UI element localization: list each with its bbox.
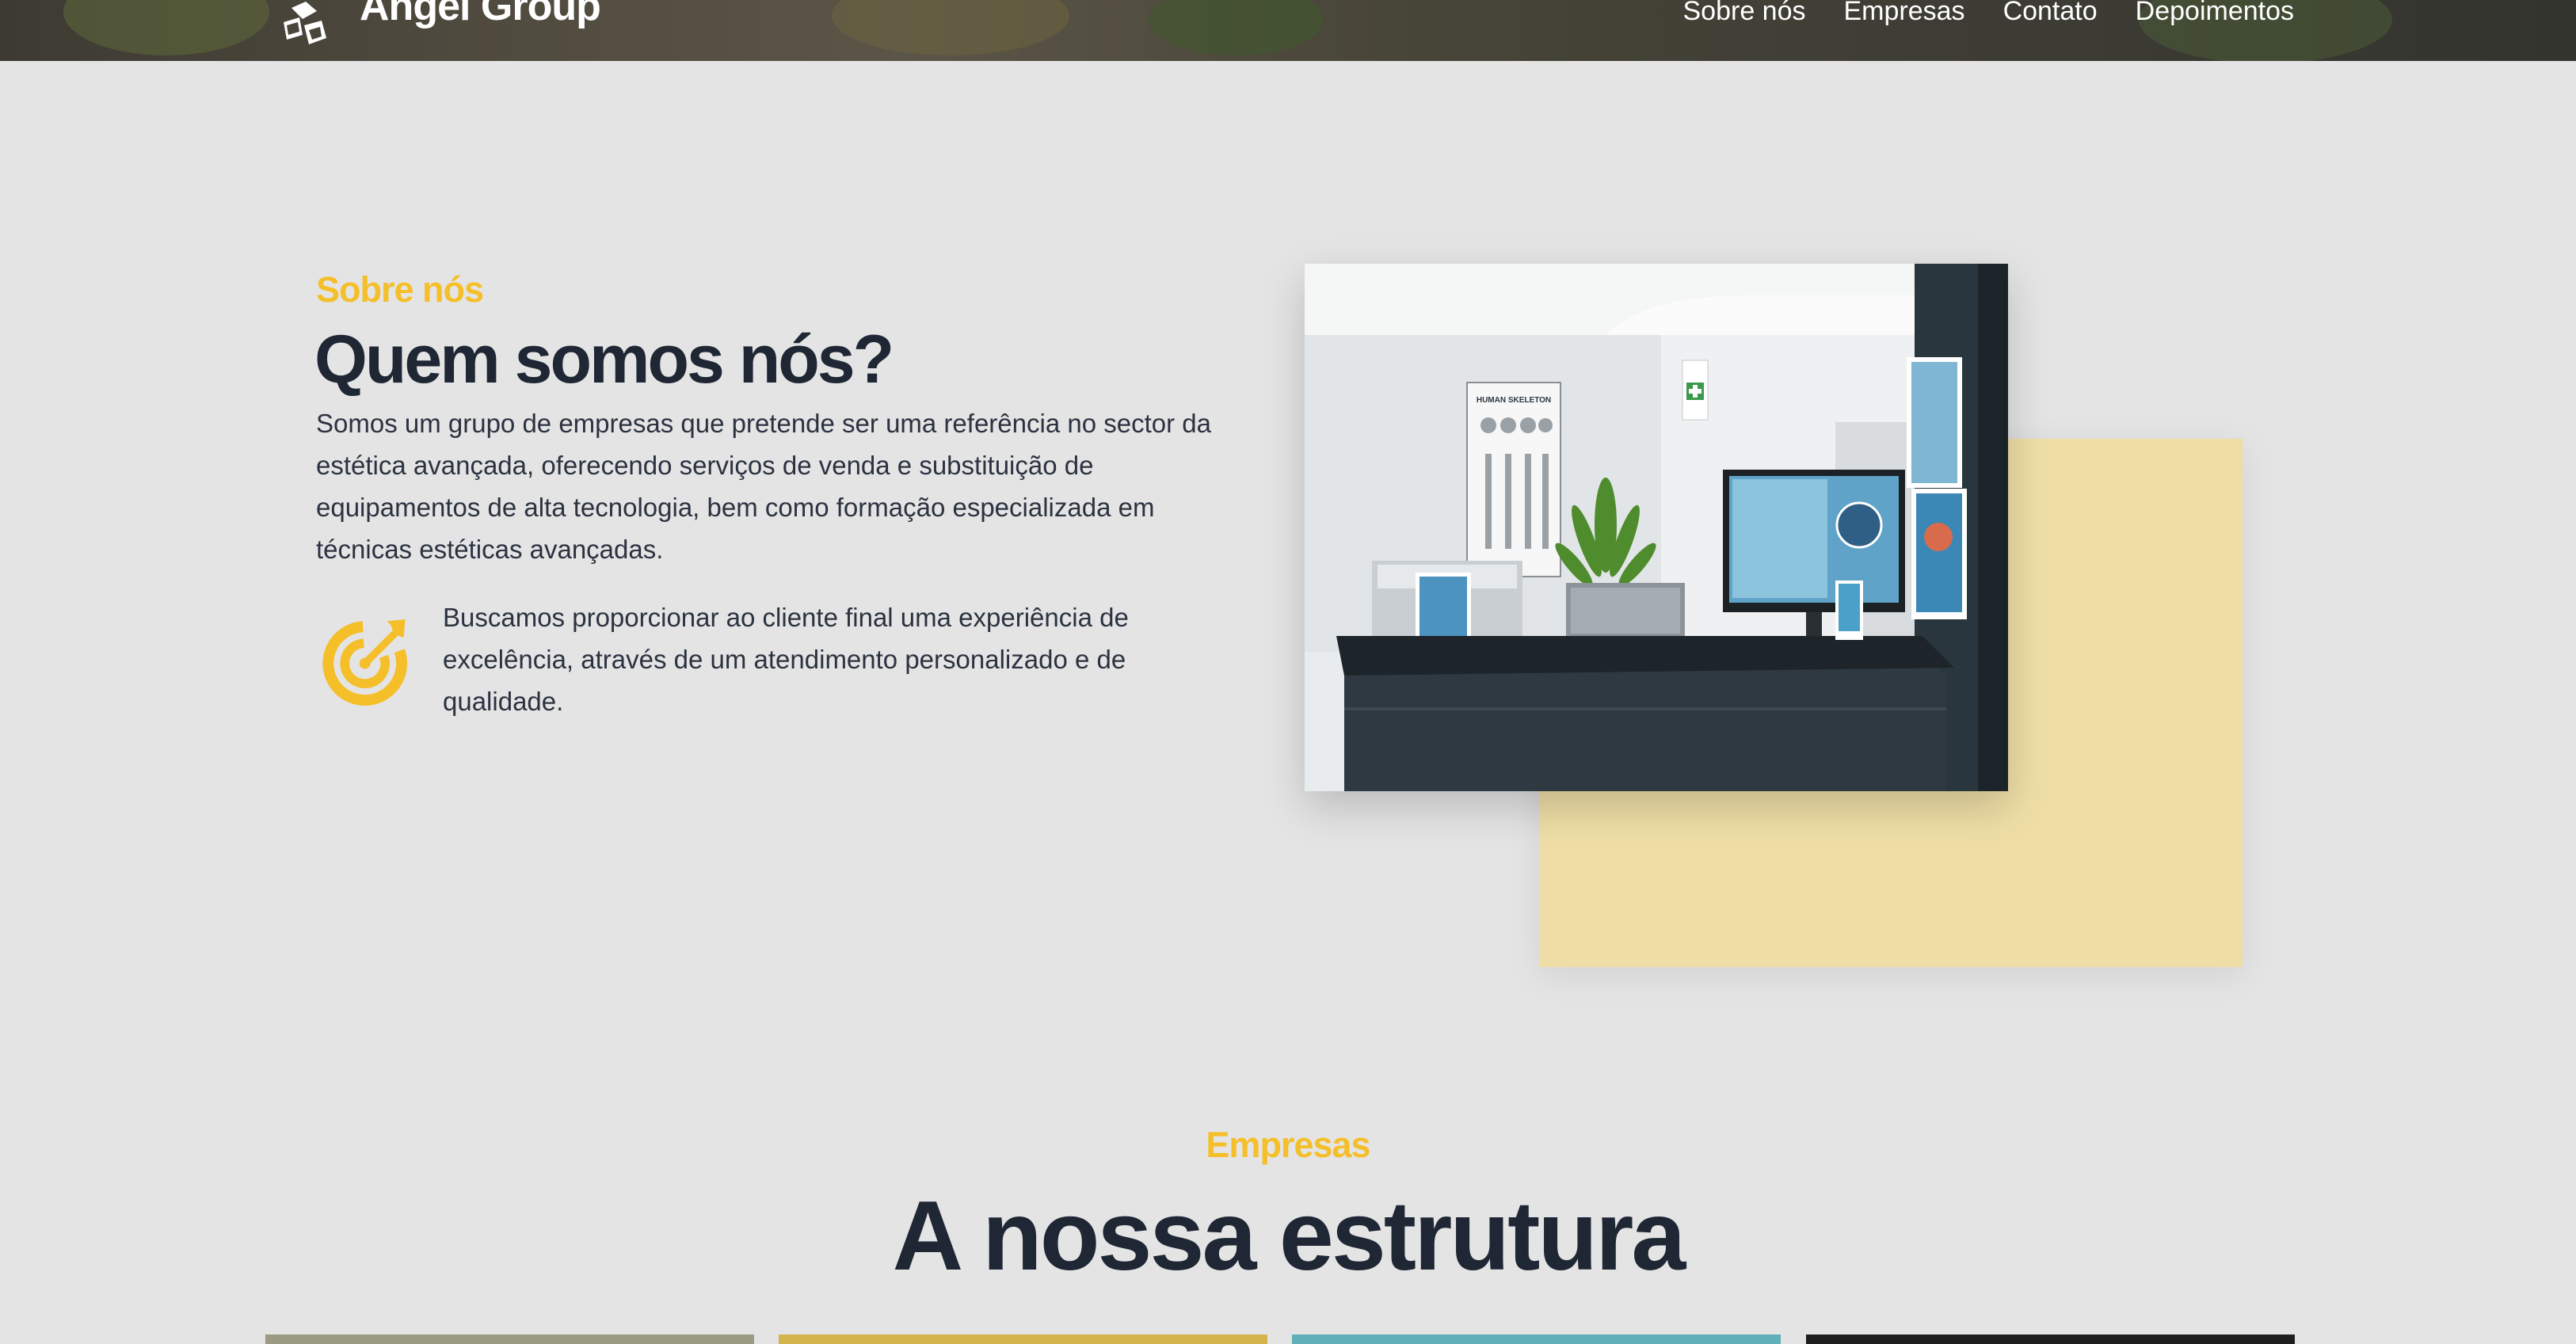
about-paragraph: Somos um grupo de empresas que pretende … — [316, 409, 1211, 564]
site-header: Angel Group Sobre nós Empresas Contato D… — [0, 0, 2576, 61]
reception-photo-illustration: HUMAN SKELETON — [1305, 264, 2008, 791]
mission-text: Buscamos proporcionar ao cliente final u… — [443, 603, 1129, 716]
brand-name[interactable]: Angel Group — [360, 0, 601, 30]
section-title: Quem somos nós? — [314, 322, 894, 398]
nav-link-sobre-nos[interactable]: Sobre nós — [1683, 0, 1806, 30]
main-nav: Sobre nós Empresas Contato Depoimentos — [1683, 0, 2295, 30]
company-card[interactable] — [1806, 1334, 2295, 1344]
clinic-reception-photo: HUMAN SKELETON — [1305, 264, 2008, 791]
company-card[interactable] — [779, 1334, 1267, 1344]
foliage-decoration — [832, 0, 1069, 55]
nav-link-empresas[interactable]: Empresas — [1844, 0, 1965, 30]
section-eyebrow: Empresas — [1206, 1125, 1370, 1165]
section-eyebrow: Sobre nós — [316, 269, 484, 310]
target-icon — [322, 619, 408, 706]
poster-label: HUMAN SKELETON — [1477, 396, 1551, 405]
nav-link-contato[interactable]: Contato — [2003, 0, 2098, 30]
company-card[interactable] — [265, 1334, 754, 1344]
nav-link-depoimentos[interactable]: Depoimentos — [2136, 0, 2294, 30]
foliage-decoration — [1149, 0, 1323, 55]
foliage-decoration — [63, 0, 269, 55]
brand-logo-icon[interactable] — [276, 0, 339, 54]
section-title: A nossa estrutura — [892, 1182, 1686, 1291]
company-card[interactable] — [1292, 1334, 1781, 1344]
